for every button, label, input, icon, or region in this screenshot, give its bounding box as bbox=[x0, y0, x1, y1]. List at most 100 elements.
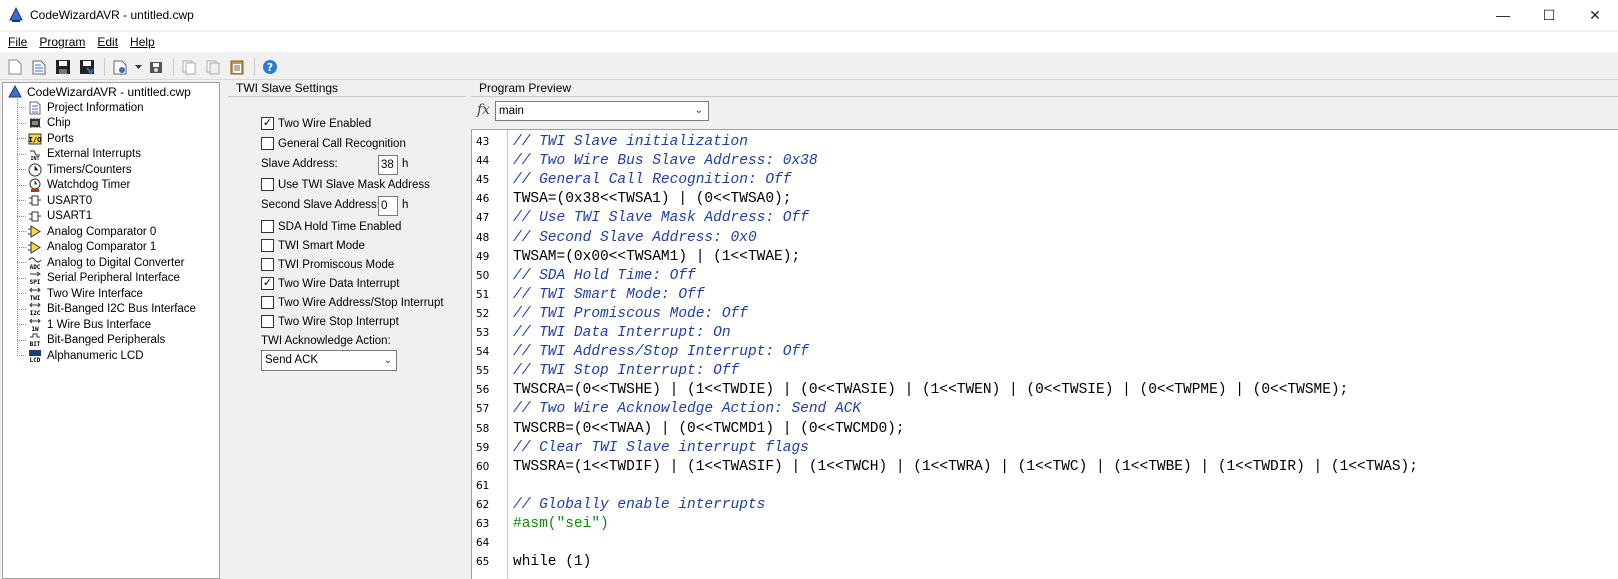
dropdown-arrow-icon bbox=[134, 64, 142, 69]
copy-button[interactable] bbox=[178, 57, 200, 77]
copy-all-button[interactable] bbox=[202, 57, 224, 77]
save-button[interactable] bbox=[52, 57, 74, 77]
svg-text:INT: INT bbox=[30, 156, 39, 161]
clipboard-button[interactable] bbox=[226, 57, 248, 77]
title-bar: CodeWizardAVR - untitled.cwp — ☐ ✕ bbox=[0, 0, 1618, 30]
select-value: main bbox=[499, 105, 524, 117]
twi-smart-mode-checkbox[interactable]: TWI Smart Mode bbox=[261, 239, 365, 252]
tree-item-spi[interactable]: SPI Serial Peripheral Interface bbox=[17, 271, 180, 287]
checkbox-box[interactable] bbox=[261, 239, 274, 252]
tree-item-label: Analog to Digital Converter bbox=[47, 256, 185, 269]
save-icon bbox=[56, 59, 70, 74]
tree-item-adc[interactable]: ADC Analog to Digital Converter bbox=[17, 255, 184, 271]
checkbox-box[interactable] bbox=[261, 258, 274, 271]
menu-edit[interactable]: Edit bbox=[97, 35, 118, 49]
tree-item-bit-banged-i2c[interactable]: I2C Bit-Banged I2C Bus Interface bbox=[17, 302, 196, 318]
two-wire-data-interrupt-checkbox[interactable]: ✓ Two Wire Data Interrupt bbox=[261, 277, 399, 290]
ports-icon: I/O bbox=[27, 132, 43, 146]
tree-item-watchdog-timer[interactable]: Watchdog Timer bbox=[17, 178, 130, 194]
code-text: // Two Wire Acknowledge Action: Send ACK bbox=[513, 401, 862, 418]
minimize-button[interactable]: — bbox=[1480, 0, 1526, 30]
checkbox-box[interactable] bbox=[261, 178, 274, 191]
help-icon: ? bbox=[263, 59, 277, 74]
use-twi-slave-mask-checkbox[interactable]: Use TWI Slave Mask Address bbox=[261, 178, 430, 191]
checkbox-box[interactable]: ✓ bbox=[261, 277, 274, 290]
generate-button[interactable] bbox=[109, 57, 131, 77]
two-wire-stop-interrupt-checkbox[interactable]: Two Wire Stop Interrupt bbox=[261, 315, 399, 328]
tree-item-usart1[interactable]: USART1 bbox=[17, 209, 92, 225]
help-button[interactable]: ? bbox=[259, 57, 281, 77]
adc-icon: ADC bbox=[27, 256, 43, 270]
tree-item-bit-banged-peripherals[interactable]: BIT Bit-Banged Peripherals bbox=[17, 333, 165, 349]
svg-text:LCD: LCD bbox=[30, 357, 41, 363]
function-icon: fx bbox=[477, 102, 491, 118]
checkbox-box[interactable] bbox=[261, 315, 274, 328]
line-number-gutter-divider bbox=[507, 130, 508, 579]
tree-item-external-interrupts[interactable]: INT External Interrupts bbox=[17, 147, 141, 163]
save-all-button[interactable] bbox=[76, 57, 98, 77]
code-text: TWSA=(0x38<<TWSA1) | (0<<TWSA0); bbox=[513, 191, 792, 208]
tree-item-analog-comparator-1[interactable]: Analog Comparator 1 bbox=[17, 240, 156, 256]
function-select[interactable]: main ⌄ bbox=[495, 101, 709, 121]
program-preview-header: Program Preview bbox=[471, 80, 1618, 97]
code-text: // SDA Hold Time: Off bbox=[513, 267, 696, 284]
open-button[interactable] bbox=[28, 57, 50, 77]
menu-program[interactable]: Program bbox=[39, 35, 85, 49]
slave-address-input[interactable]: 38 bbox=[378, 155, 398, 175]
line-number: 44 bbox=[476, 155, 490, 168]
tree-item-alphanumeric-lcd[interactable]: LCD Alphanumeric LCD bbox=[17, 348, 144, 364]
chevron-down-icon: ⌄ bbox=[383, 355, 392, 366]
interrupt-icon: INT bbox=[27, 147, 43, 161]
sda-hold-time-checkbox[interactable]: SDA Hold Time Enabled bbox=[261, 220, 401, 233]
code-text: // TWI Promiscous Mode: Off bbox=[513, 305, 748, 322]
line-number: 62 bbox=[476, 498, 490, 511]
checkbox-box[interactable] bbox=[261, 296, 274, 309]
checkbox-box[interactable]: ✓ bbox=[261, 117, 274, 130]
line-number: 58 bbox=[476, 422, 490, 435]
checkbox-label: TWI Promiscous Mode bbox=[278, 258, 395, 271]
menu-file[interactable]: File bbox=[8, 35, 27, 49]
second-slave-address-input[interactable]: 0 bbox=[378, 196, 398, 216]
tree-item-usart0[interactable]: USART0 bbox=[17, 193, 92, 209]
tree-item-label: USART0 bbox=[47, 194, 93, 207]
generate-dropdown-button[interactable] bbox=[133, 57, 143, 77]
two-wire-address-stop-interrupt-checkbox[interactable]: Two Wire Address/Stop Interrupt bbox=[261, 296, 444, 309]
checkbox-box[interactable] bbox=[261, 220, 274, 233]
svg-text:SPI: SPI bbox=[30, 279, 41, 285]
new-button[interactable] bbox=[4, 57, 26, 77]
twi-icon: TWI bbox=[27, 287, 43, 301]
menu-file-label: File bbox=[8, 35, 28, 49]
twi-promiscous-mode-checkbox[interactable]: TWI Promiscous Mode bbox=[261, 258, 394, 271]
twi-acknowledge-action-select[interactable]: Send ACK ⌄ bbox=[261, 350, 397, 371]
second-slave-address-label: Second Slave Address: bbox=[261, 199, 380, 211]
maximize-button[interactable]: ☐ bbox=[1526, 0, 1572, 30]
tree-item-analog-comparator-0[interactable]: Analog Comparator 0 bbox=[17, 224, 156, 240]
tree-root[interactable]: CodeWizardAVR - untitled.cwp bbox=[7, 84, 191, 100]
tree-item-label: Alphanumeric LCD bbox=[47, 349, 144, 362]
tree-splitter[interactable] bbox=[220, 82, 226, 579]
menu-help[interactable]: Help bbox=[130, 35, 155, 49]
tree-item-label: Chip bbox=[47, 117, 71, 130]
tree-item-chip[interactable]: Chip bbox=[17, 116, 71, 132]
general-call-recognition-checkbox[interactable]: General Call Recognition bbox=[261, 137, 406, 150]
toolbar-separator bbox=[104, 57, 105, 76]
close-button[interactable]: ✕ bbox=[1572, 0, 1618, 30]
tree-item-ports[interactable]: I/O Ports bbox=[17, 131, 74, 147]
chip-icon bbox=[27, 116, 43, 130]
tree-item-two-wire-interface[interactable]: TWI Two Wire Interface bbox=[17, 286, 143, 302]
code-preview-editor[interactable]: 43 // TWI Slave initialization 44 // Two Wi… bbox=[471, 129, 1618, 579]
clipboard-icon bbox=[230, 60, 244, 74]
line-number: 46 bbox=[476, 193, 490, 206]
codewizard-app-icon bbox=[9, 7, 23, 22]
checkbox-box[interactable] bbox=[261, 137, 274, 150]
code-text: // Second Slave Address: 0x0 bbox=[513, 229, 757, 246]
generate-save-button[interactable] bbox=[145, 57, 167, 77]
tree-item-project-information[interactable]: Project Information bbox=[17, 100, 144, 116]
tree-item-timers-counters[interactable]: Timers/Counters bbox=[17, 162, 132, 178]
checkbox-label: Two Wire Address/Stop Interrupt bbox=[278, 296, 444, 309]
tree-item-label: Project Information bbox=[47, 101, 144, 114]
tree-item-label: Bit-Banged I2C Bus Interface bbox=[47, 303, 196, 316]
tree-item-1-wire[interactable]: 1W 1 Wire Bus Interface bbox=[17, 317, 151, 333]
clock-icon bbox=[27, 163, 43, 177]
two-wire-enabled-checkbox[interactable]: ✓ Two Wire Enabled bbox=[261, 117, 371, 130]
